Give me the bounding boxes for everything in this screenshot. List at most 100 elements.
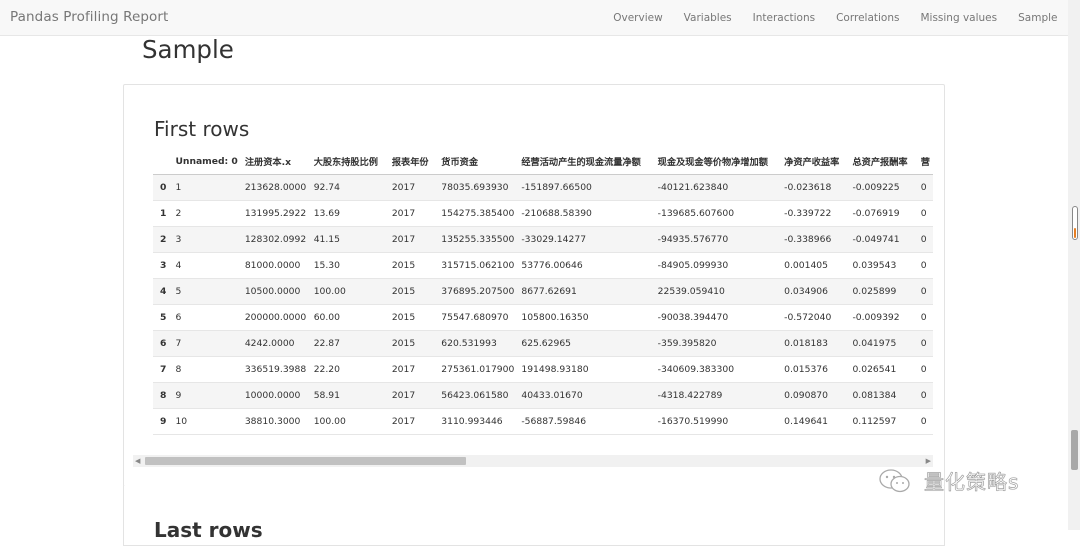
- table-cell: 5: [175, 285, 182, 297]
- table-cell: -139685.607600: [657, 207, 735, 219]
- table-cell: 22539.059410: [657, 285, 725, 297]
- row-index: 1: [160, 207, 167, 219]
- brand-link[interactable]: Pandas Profiling Report: [10, 9, 168, 25]
- table-cell: -0.572040: [784, 311, 832, 323]
- table-cell: 4: [175, 259, 182, 271]
- nav-link-missing-values[interactable]: Missing values: [910, 0, 1008, 36]
- table-row: 6 7 4242.0000 22.87 2015 620.531993 625.62965 -…: [153, 330, 933, 356]
- reading-progress-fill: [1074, 228, 1076, 238]
- row-index: 3: [160, 259, 167, 271]
- sample-table-viewport[interactable]: Unnamed: 0 注册资本.x 大股东持股比例 报表年份 货币资金 经营活动…: [153, 149, 933, 439]
- page-title: Sample: [142, 35, 234, 64]
- table-row: 8 9 10000.0000 58.91 2017 56423.061580 40433.0…: [153, 382, 933, 408]
- table-cell: 58.91: [313, 389, 340, 401]
- table-cell: 40433.01670: [521, 389, 583, 401]
- nav-link-interactions[interactable]: Interactions: [742, 0, 825, 36]
- nav-link-variables[interactable]: Variables: [673, 0, 742, 36]
- watermark: 量化策略s: [878, 466, 1019, 495]
- horizontal-scrollbar[interactable]: ◀ ▶: [133, 455, 933, 467]
- table-cell: 2015: [391, 337, 416, 349]
- table-row: 2 3 128302.0992 41.15 2017 135255.335500 -3302…: [153, 226, 933, 252]
- nav-link-sample[interactable]: Sample: [1008, 0, 1068, 36]
- table-cell: -151897.66500: [521, 181, 592, 193]
- row-index: 5: [160, 311, 167, 323]
- table-cell: -84905.099930: [657, 259, 729, 271]
- row-index: 2: [160, 233, 167, 245]
- table-cell: -0.049741: [852, 233, 900, 245]
- table-cell: -340609.383300: [657, 363, 735, 375]
- first-rows-title: First rows: [154, 117, 250, 141]
- table-cell: -33029.14277: [521, 233, 587, 245]
- column-header: 注册资本.x: [237, 149, 307, 175]
- table-row: 4 5 10500.0000 100.00 2015 376895.207500 8677.…: [153, 278, 933, 304]
- table-cell: -0.338966: [784, 233, 832, 245]
- column-header: 大股东持股比例: [306, 149, 385, 175]
- table-cell: -0.076919: [852, 207, 900, 219]
- table-cell: 3110.993446: [441, 415, 503, 427]
- column-header: [153, 149, 169, 175]
- table-cell: 2017: [391, 389, 416, 401]
- table-cell: 100.00: [313, 415, 346, 427]
- table-row: 1 2 131995.2922 13.69 2017 154275.385400 -2106…: [153, 200, 933, 226]
- nav-link-overview[interactable]: Overview: [603, 0, 673, 36]
- nav-link-correlations[interactable]: Correlations: [826, 0, 910, 36]
- table-cell: 0.026541: [852, 363, 897, 375]
- table-cell: 1: [175, 181, 182, 193]
- table-cell: 75547.680970: [441, 311, 509, 323]
- table-cell: 0.090870: [784, 389, 828, 401]
- table-cell: 315715.062100: [441, 259, 515, 271]
- table-cell: 0.081384: [852, 389, 897, 401]
- wechat-icon: [879, 468, 910, 492]
- table-cell: 78035.693930: [441, 181, 509, 193]
- vertical-scrollbar[interactable]: [1068, 0, 1080, 530]
- column-header: 货币资金: [434, 149, 515, 175]
- table-cell: 0.001405: [784, 259, 828, 271]
- table-cell: 6: [175, 311, 182, 323]
- table-cell: 38810.3000: [244, 415, 301, 427]
- table-cell: 0: [920, 389, 927, 401]
- row-index: 0: [160, 181, 167, 193]
- table-cell: 191498.93180: [521, 363, 589, 375]
- table-cell: 0: [920, 363, 927, 375]
- table-cell: -94935.576770: [657, 233, 729, 245]
- table-row: 3 4 81000.0000 15.30 2015 315715.062100 53776.…: [153, 252, 933, 278]
- table-row: 7 8 336519.3988 22.20 2017 275361.017900 19149…: [153, 356, 933, 382]
- table-cell: -16370.519990: [657, 415, 729, 427]
- table-cell: 8: [175, 363, 182, 375]
- table-cell: 376895.207500: [441, 285, 515, 297]
- table-cell: -0.009392: [852, 311, 900, 323]
- scroll-right-icon[interactable]: ▶: [926, 457, 931, 465]
- table-cell: 625.62965: [521, 337, 572, 349]
- table-cell: 7: [175, 337, 182, 349]
- column-header: 营: [913, 149, 933, 175]
- table-cell: 0: [920, 233, 927, 245]
- table-cell: 0.025899: [852, 285, 897, 297]
- vertical-scroll-thumb[interactable]: [1071, 430, 1078, 470]
- table-cell: 154275.385400: [441, 207, 515, 219]
- sample-table: Unnamed: 0 注册资本.x 大股东持股比例 报表年份 货币资金 经营活动…: [153, 149, 933, 435]
- table-cell: 2017: [391, 207, 416, 219]
- table-cell: 81000.0000: [244, 259, 301, 271]
- table-cell: 41.15: [313, 233, 340, 245]
- table-cell: 200000.0000: [244, 311, 307, 323]
- table-cell: -90038.394470: [657, 311, 729, 323]
- table-header-row: Unnamed: 0 注册资本.x 大股东持股比例 报表年份 货币资金 经营活动…: [153, 149, 933, 175]
- table-cell: 2015: [391, 285, 416, 297]
- table-cell: -4318.422789: [657, 389, 723, 401]
- table-cell: 0.018183: [784, 337, 828, 349]
- horizontal-scroll-thumb[interactable]: [145, 457, 466, 465]
- table-row: 5 6 200000.0000 60.00 2015 75547.680970 105800…: [153, 304, 933, 330]
- table-cell: 10500.0000: [244, 285, 301, 297]
- row-index: 9: [160, 415, 167, 427]
- column-header: Unnamed: 0: [168, 149, 238, 175]
- table-cell: 0: [920, 181, 927, 193]
- table-cell: 336519.3988: [244, 363, 307, 375]
- scroll-left-icon[interactable]: ◀: [135, 457, 140, 465]
- row-index: 8: [160, 389, 167, 401]
- nav-links: Overview Variables Interactions Correlat…: [603, 0, 1068, 36]
- table-cell: 8677.62691: [521, 285, 577, 297]
- table-cell: 620.531993: [441, 337, 497, 349]
- table-cell: 0.041975: [852, 337, 897, 349]
- row-index: 7: [160, 363, 167, 375]
- table-cell: 135255.335500: [441, 233, 515, 245]
